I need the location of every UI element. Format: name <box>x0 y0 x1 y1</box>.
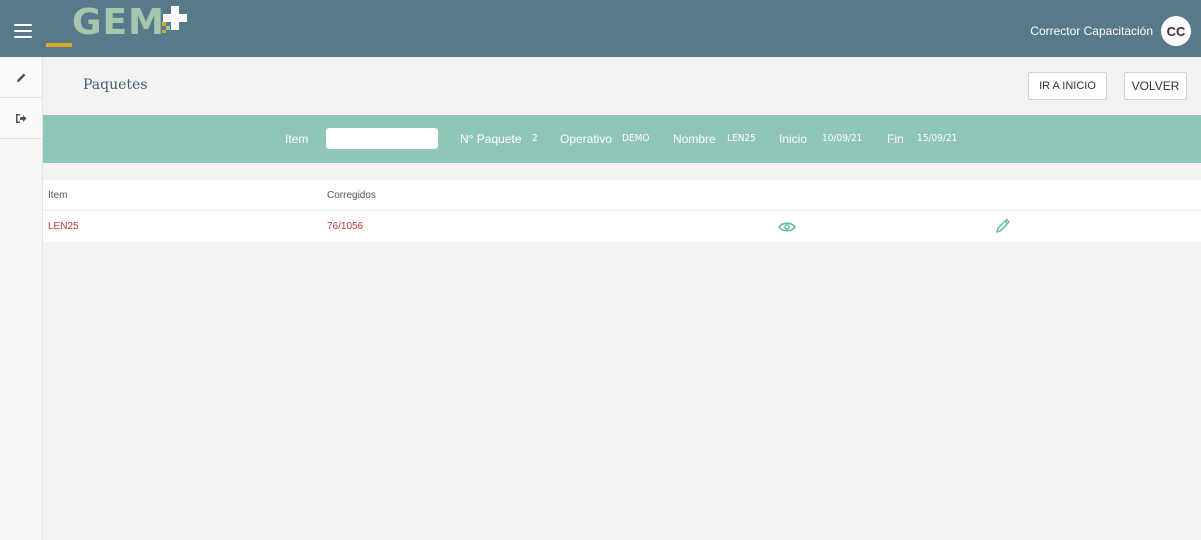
item-filter-input[interactable] <box>326 128 438 149</box>
sidebar-item-edit[interactable] <box>0 57 42 98</box>
pencil-icon <box>16 72 26 82</box>
top-bar: GEM Corrector Capacitación CC <box>0 0 1201 57</box>
ir-a-inicio-button[interactable]: IR A INICIO <box>1028 72 1107 100</box>
sidebar-item-logout[interactable] <box>0 98 42 139</box>
inicio-label: Inicio <box>779 132 808 146</box>
table-row: LEN25 76/1056 <box>43 211 1201 242</box>
nombre-value: LEN25 <box>727 133 756 144</box>
package-info-bar: Item N° Paquete 2 Operativo DEMO Nombre … <box>43 115 1201 163</box>
operativo-label: Operativo <box>560 132 613 146</box>
paquete-label: N° Paquete <box>460 132 522 146</box>
volver-button[interactable]: VOLVER <box>1124 72 1187 100</box>
menu-icon[interactable] <box>14 24 32 38</box>
user-name: Corrector Capacitación <box>1030 24 1153 38</box>
user-menu[interactable]: Corrector Capacitación CC <box>1030 16 1191 46</box>
column-header-item: Item <box>48 190 68 201</box>
paquete-value: 2 <box>532 133 538 144</box>
pencil-icon[interactable] <box>995 217 1011 234</box>
row-corregidos: 76/1056 <box>327 221 364 232</box>
row-item: LEN25 <box>48 221 79 232</box>
page-title: Paquetes <box>83 77 148 93</box>
eye-icon[interactable] <box>778 221 796 233</box>
sign-out-icon <box>16 113 27 123</box>
logo-underscore <box>46 43 72 47</box>
table-header: Item Corregidos <box>43 180 1201 211</box>
sidebar <box>0 57 43 540</box>
avatar[interactable]: CC <box>1161 16 1191 46</box>
operativo-value: DEMO <box>622 133 650 144</box>
logo[interactable]: GEM <box>46 2 196 50</box>
column-header-corregidos: Corregidos <box>327 190 376 201</box>
logo-text: GEM <box>72 2 165 43</box>
fin-value: 15/09/21 <box>917 133 958 144</box>
items-table: Item Corregidos LEN25 76/1056 <box>43 180 1201 242</box>
fin-label: Fin <box>887 132 904 146</box>
inicio-value: 10/09/21 <box>822 133 863 144</box>
logo-plus-icon <box>162 6 187 33</box>
nombre-label: Nombre <box>673 132 716 146</box>
item-filter-label: Item <box>285 132 309 146</box>
